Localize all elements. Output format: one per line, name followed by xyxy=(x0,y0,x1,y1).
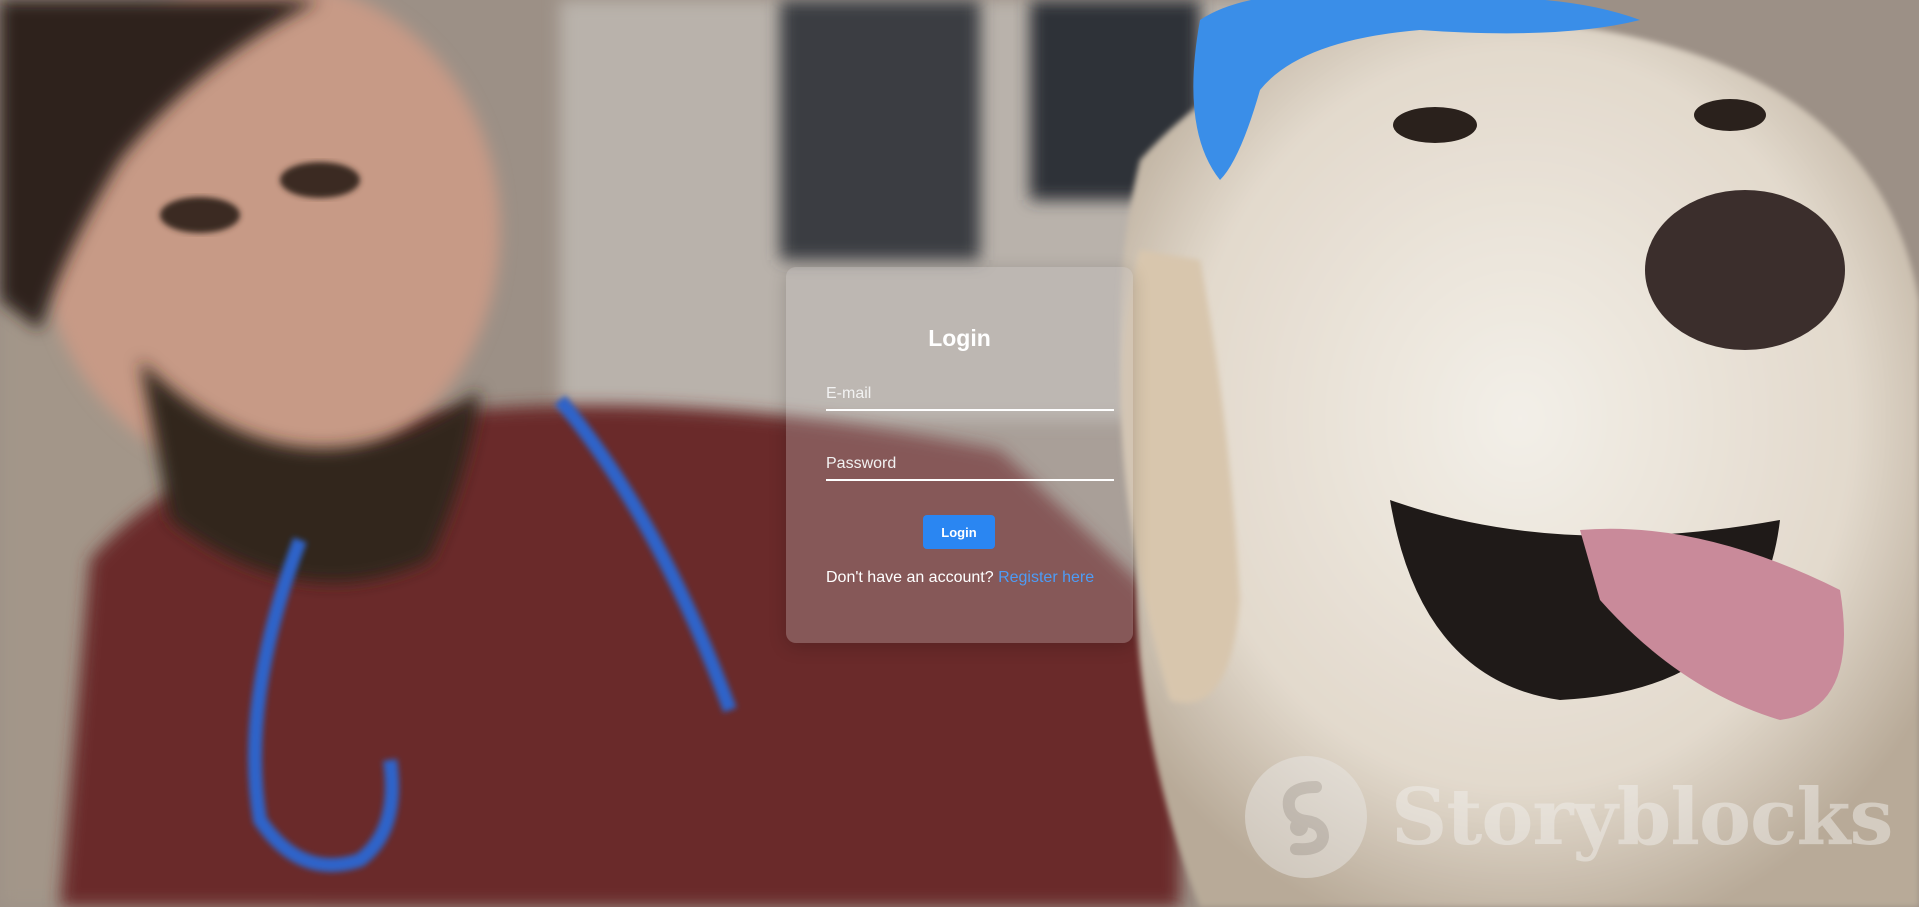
password-input[interactable] xyxy=(826,449,1114,481)
login-button[interactable]: Login xyxy=(923,515,995,549)
email-input[interactable] xyxy=(826,379,1114,411)
register-prompt-text: Don't have an account? xyxy=(826,569,999,586)
storyblocks-logo-icon xyxy=(1245,756,1367,878)
watermark-text: Storyblocks xyxy=(1391,771,1893,863)
login-card: Login Login Don't have an account? Regis… xyxy=(786,267,1133,643)
register-prompt-row: Don't have an account? Register here xyxy=(826,569,1094,587)
login-title: Login xyxy=(928,325,991,351)
register-link[interactable]: Register here xyxy=(998,569,1094,586)
storyblocks-watermark: Storyblocks xyxy=(1245,755,1893,879)
